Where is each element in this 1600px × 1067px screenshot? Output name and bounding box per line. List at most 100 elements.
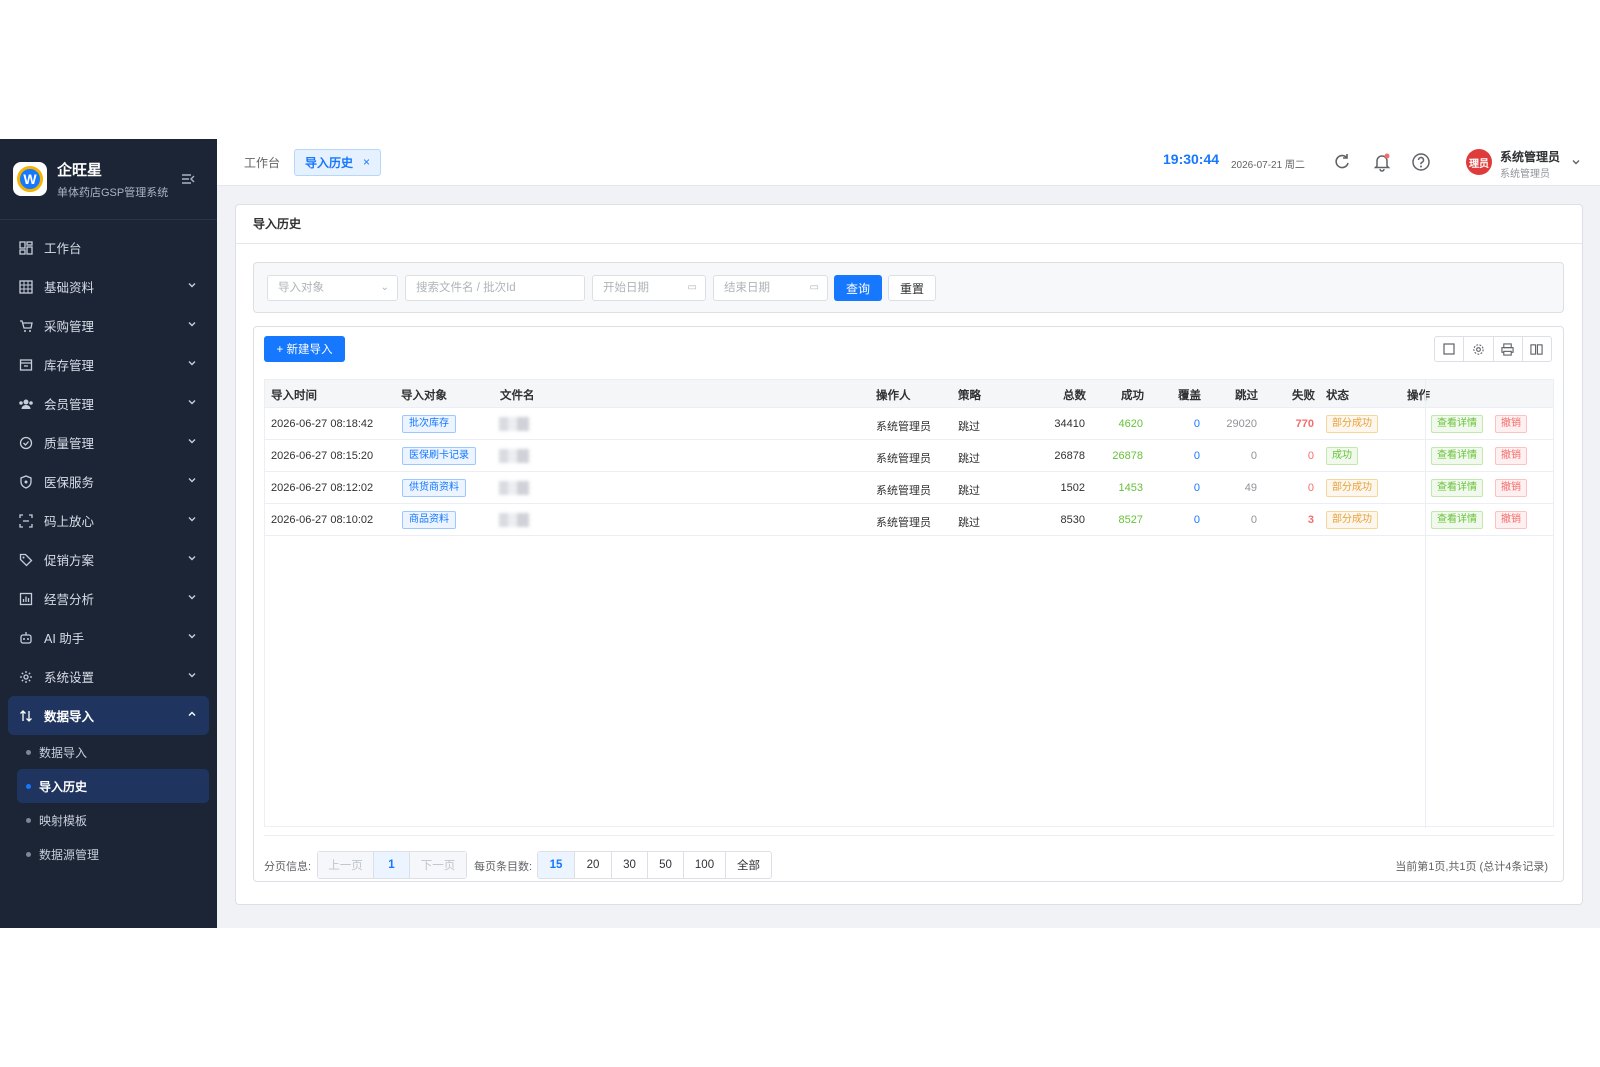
chevron-down-icon: [188, 634, 196, 639]
page-nav-group: 上一页 1 下一页: [317, 851, 467, 879]
column-header-success[interactable]: 成功: [1121, 387, 1144, 403]
sidebar-subitem-label: 导入历史: [39, 779, 88, 794]
sidebar-item-label: 质量管理: [44, 437, 95, 451]
brand: W 企旺星 单体药店GSP管理系统: [0, 139, 217, 220]
cell-success: 1453: [1118, 482, 1143, 494]
tab-label: 导入历史: [305, 155, 354, 170]
help-icon[interactable]: [1411, 152, 1431, 172]
sidebar-item-analytics[interactable]: 经营分析: [0, 579, 217, 618]
sidebar-item-members[interactable]: 会员管理: [0, 384, 217, 423]
close-icon[interactable]: ×: [363, 155, 370, 169]
import-object-select[interactable]: 导入对象 ⌄: [267, 275, 398, 301]
sidebar-subitem-label: 映射模板: [39, 813, 88, 828]
sidebar-nav: 工作台 基础资料 采购管理 库存管理 会员管理 质量管理 医保服务 码上放心 促…: [0, 220, 217, 871]
column-header-overwrite[interactable]: 覆盖: [1178, 387, 1201, 403]
pagination-label: 分页信息:: [264, 861, 312, 873]
dashboard-icon: [18, 240, 34, 256]
cell-operator: 系统管理员: [876, 421, 931, 433]
sidebar-item-inventory[interactable]: 库存管理: [0, 345, 217, 384]
sidebar-subitem-data-import[interactable]: 数据导入: [0, 735, 217, 769]
sidebar-item-label: 医保服务: [44, 476, 95, 490]
page-size-15[interactable]: 15: [538, 852, 575, 878]
sidebar-item-workbench[interactable]: 工作台: [0, 228, 217, 267]
search-input[interactable]: 搜索文件名 / 批次Id: [405, 275, 585, 301]
end-date-picker[interactable]: 结束日期 ▭: [713, 275, 828, 301]
undo-button[interactable]: 撤销: [1495, 447, 1527, 465]
sidebar-item-basic-data[interactable]: 基础资料: [0, 267, 217, 306]
sidebar-item-label: 数据导入: [44, 710, 95, 724]
sidebar-item-data-import[interactable]: 数据导入: [8, 696, 209, 735]
bullet-dot-icon: [26, 783, 31, 789]
cell-success: 26878: [1112, 450, 1143, 462]
view-details-button[interactable]: 查看详情: [1431, 479, 1483, 497]
sidebar-item-ai-assistant[interactable]: AI 助手: [0, 618, 217, 657]
page-size-group: 15 20 30 50 100 全部: [537, 851, 772, 879]
avatar[interactable]: 理员: [1466, 149, 1492, 175]
redacted-filename: [499, 513, 529, 527]
sidebar-item-promotion[interactable]: 促销方案: [0, 540, 217, 579]
chevron-down-icon: [188, 478, 196, 483]
check-circle-icon: [18, 435, 34, 451]
sidebar-item-system-settings[interactable]: 系统设置: [0, 657, 217, 696]
sidebar-subitem-datasource[interactable]: 数据源管理: [0, 837, 217, 871]
prev-page-button[interactable]: 上一页: [318, 852, 374, 878]
column-header-operator[interactable]: 操作人: [876, 387, 911, 403]
chart-icon: [18, 591, 34, 607]
refresh-icon[interactable]: [1332, 152, 1352, 172]
sidebar-subitem-import-history[interactable]: 导入历史: [17, 769, 209, 803]
column-header-fail[interactable]: 失败: [1292, 387, 1315, 403]
next-page-button[interactable]: 下一页: [410, 852, 466, 878]
column-header-status[interactable]: 状态: [1326, 387, 1349, 403]
settings-icon[interactable]: [1464, 337, 1494, 361]
sidebar-item-traceability[interactable]: 码上放心: [0, 501, 217, 540]
column-header-file[interactable]: 文件名: [500, 387, 535, 403]
page-size-100[interactable]: 100: [684, 852, 726, 878]
chevron-down-icon[interactable]: [1571, 157, 1581, 167]
sidebar-subitem-mapping-template[interactable]: 映射模板: [0, 803, 217, 837]
sidebar-item-quality[interactable]: 质量管理: [0, 423, 217, 462]
user-name[interactable]: 系统管理员: [1500, 148, 1560, 165]
pagination: 分页信息: 上一页 1 下一页 每页条目数: 15 20 30 50 100 全…: [264, 835, 1554, 879]
collapse-sidebar-icon[interactable]: [180, 171, 196, 187]
bell-icon[interactable]: [1372, 152, 1392, 172]
sidebar-item-purchase[interactable]: 采购管理: [0, 306, 217, 345]
tab-workbench[interactable]: 工作台: [244, 154, 280, 171]
cell-overwrite: 0: [1193, 418, 1200, 430]
print-icon[interactable]: [1494, 337, 1523, 361]
robot-icon: [18, 630, 34, 646]
query-button[interactable]: 查询: [834, 275, 882, 301]
object-tag: 批次库存: [402, 415, 456, 433]
reset-button[interactable]: 重置: [888, 275, 936, 301]
page-size-20[interactable]: 20: [575, 852, 612, 878]
undo-button[interactable]: 撤销: [1495, 479, 1527, 497]
calendar-icon: ▭: [809, 282, 819, 293]
date-placeholder: 结束日期: [724, 282, 770, 294]
page-size-30[interactable]: 30: [612, 852, 648, 878]
new-import-button[interactable]: + 新建导入: [264, 336, 345, 362]
cell-operator: 系统管理员: [876, 517, 931, 529]
column-header-skip[interactable]: 跳过: [1235, 387, 1258, 403]
chevron-down-icon: [188, 556, 196, 561]
tab-import-history[interactable]: 导入历史 ×: [294, 148, 382, 176]
undo-button[interactable]: 撤销: [1495, 511, 1527, 529]
page-size-all[interactable]: 全部: [726, 852, 771, 878]
columns-icon[interactable]: [1523, 337, 1551, 361]
column-header-time[interactable]: 导入时间: [271, 387, 317, 403]
app-window: W 企旺星 单体药店GSP管理系统 工作台 基础资料 采购管理 库存管理 会员管…: [0, 139, 1600, 928]
fullscreen-icon[interactable]: [1435, 337, 1465, 361]
sidebar-item-label: 采购管理: [44, 320, 95, 334]
column-header-total[interactable]: 总数: [1063, 387, 1086, 403]
table-header: 导入时间 导入对象 文件名 操作人 策略 总数 成功 覆盖 跳过 失败 状态 操…: [265, 380, 1553, 408]
view-details-button[interactable]: 查看详情: [1431, 447, 1483, 465]
cell-total: 26878: [1054, 450, 1085, 462]
column-header-object[interactable]: 导入对象: [401, 387, 447, 403]
page-1-button[interactable]: 1: [374, 852, 410, 878]
view-details-button[interactable]: 查看详情: [1431, 511, 1483, 529]
view-details-button[interactable]: 查看详情: [1431, 415, 1483, 433]
start-date-picker[interactable]: 开始日期 ▭: [592, 275, 706, 301]
page-size-50[interactable]: 50: [648, 852, 684, 878]
table-row: 2026-06-27 08:10:02 商品资料 系统管理员 跳过 8530 8…: [265, 504, 1553, 536]
undo-button[interactable]: 撤销: [1495, 415, 1527, 433]
column-header-strategy[interactable]: 策略: [958, 387, 981, 403]
sidebar-item-medical-insurance[interactable]: 医保服务: [0, 462, 217, 501]
